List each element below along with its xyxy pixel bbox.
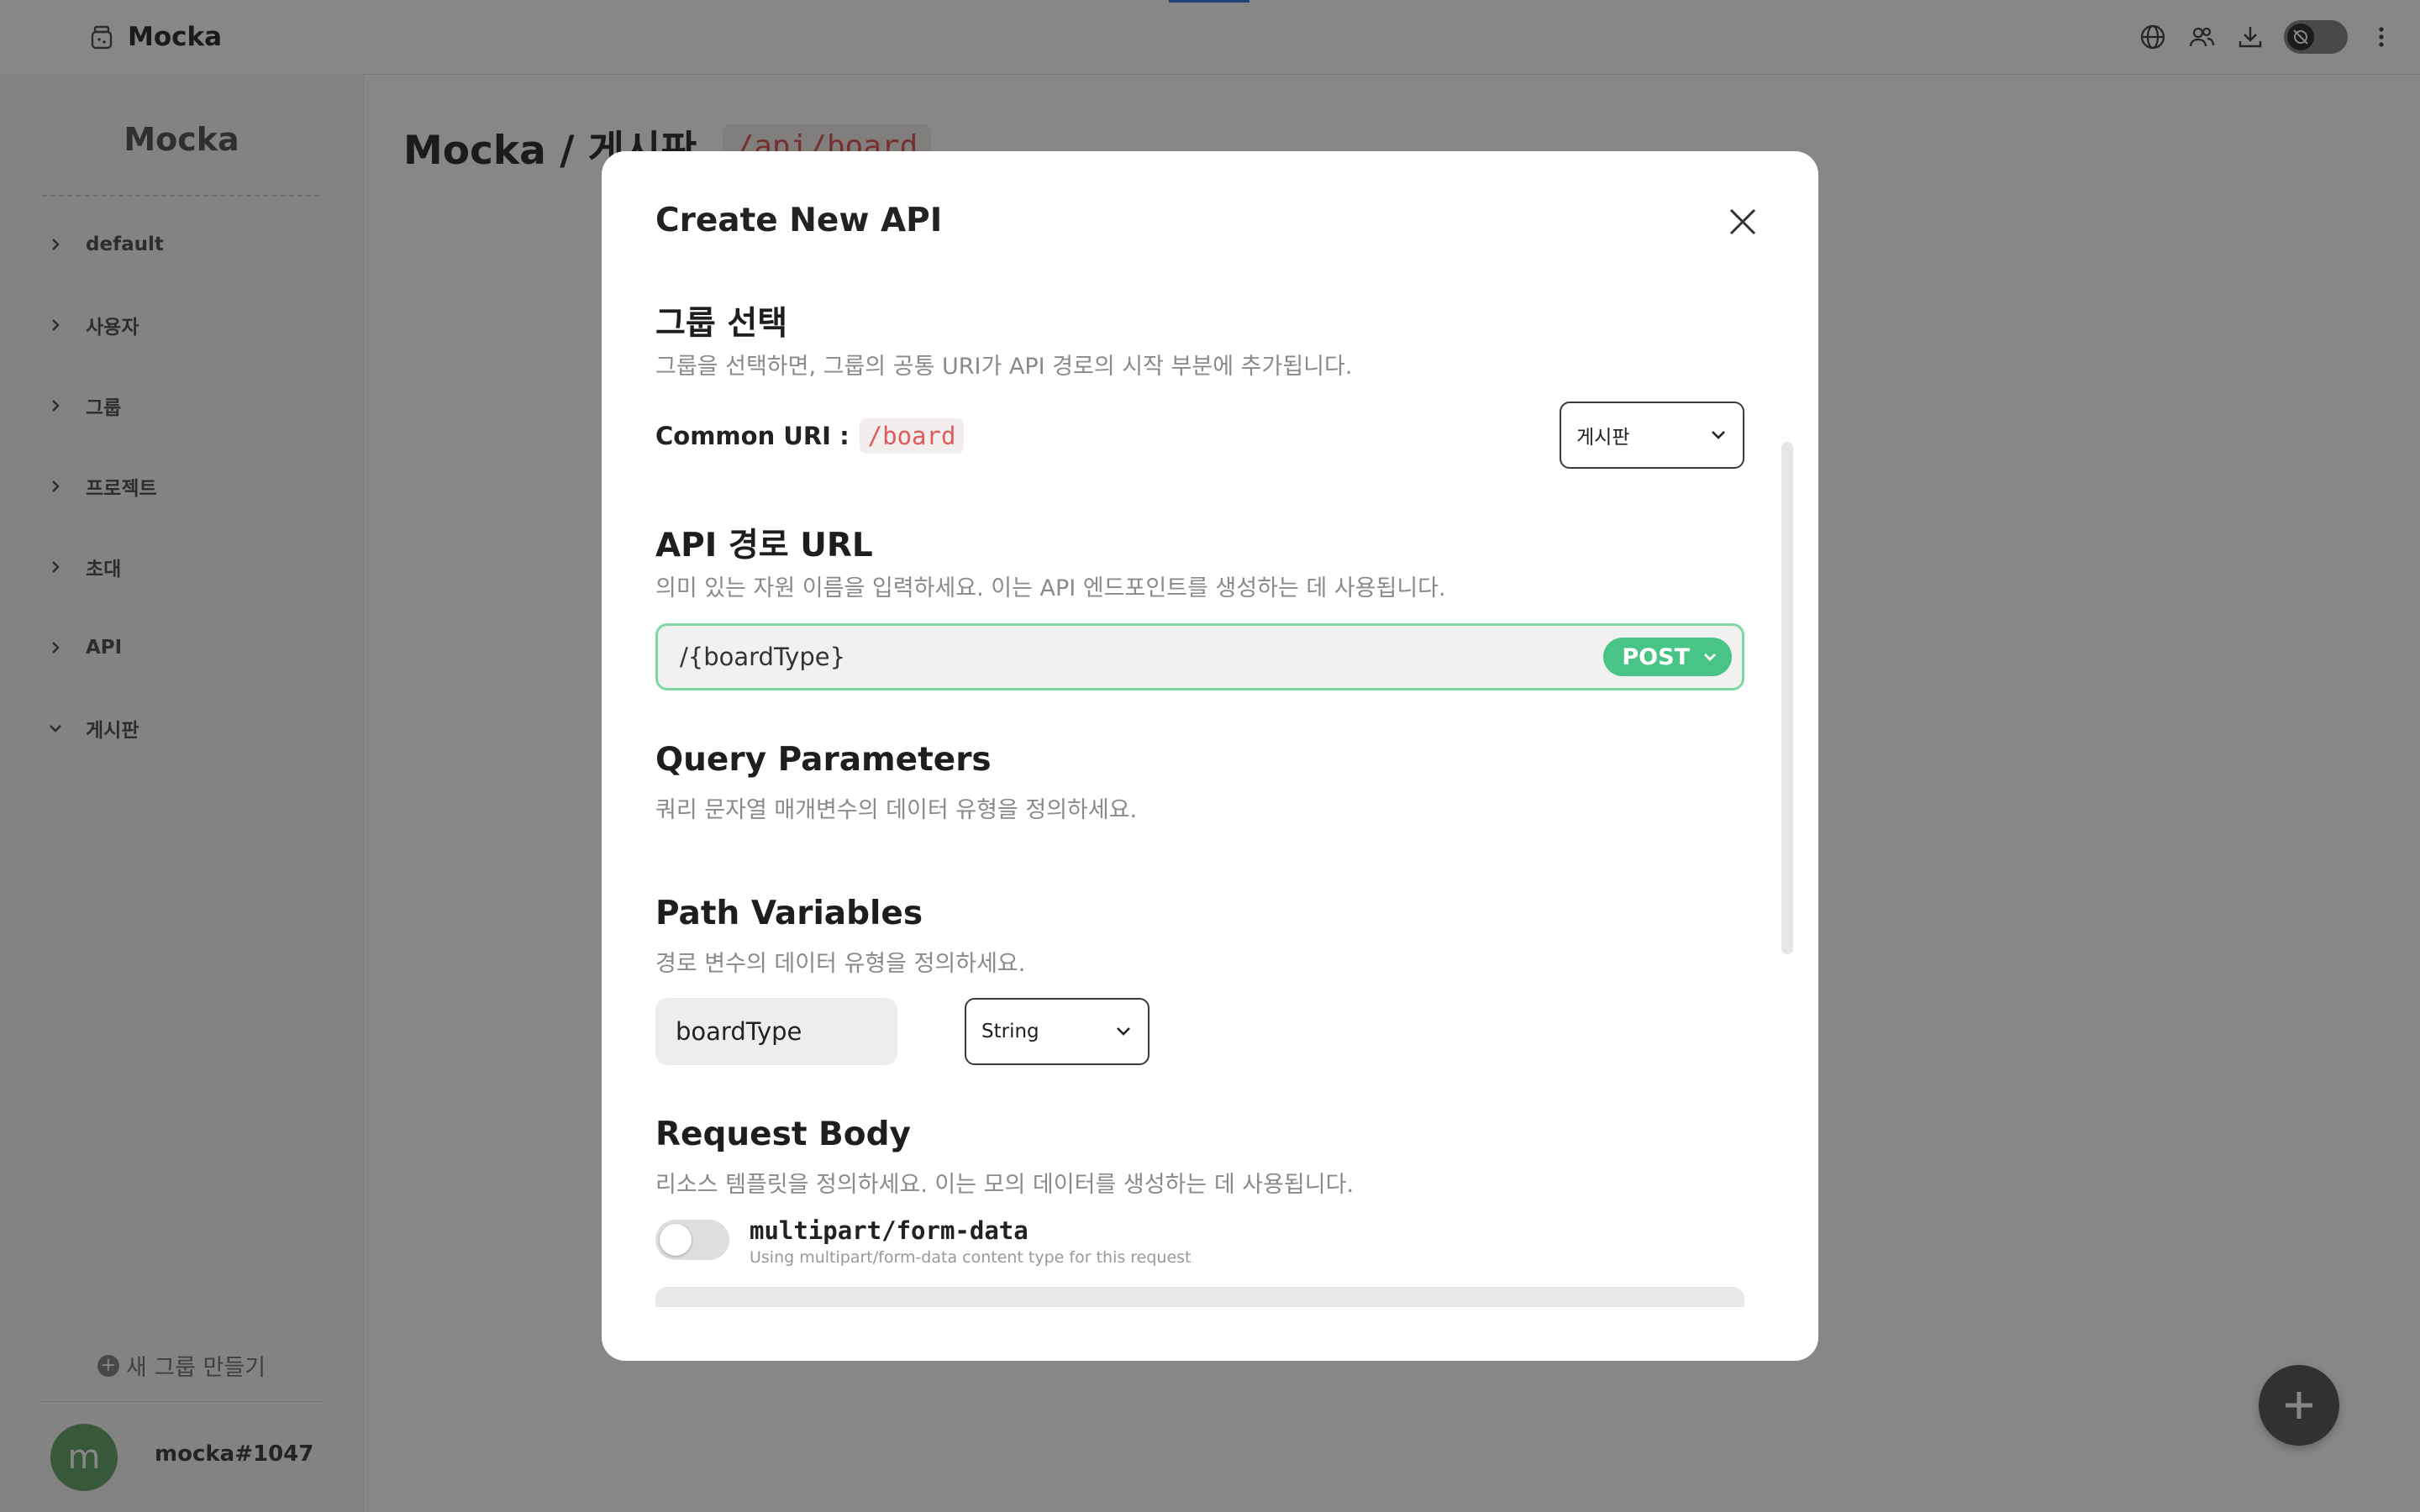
api-url-input[interactable]: /{boardType} POST: [655, 623, 1744, 690]
http-method-value: POST: [1622, 643, 1690, 670]
chevron-down-icon: [1117, 1027, 1130, 1036]
common-uri: Common URI : /board: [655, 418, 965, 454]
path-variable-type-value: String: [981, 1021, 1039, 1042]
multipart-toggle[interactable]: [655, 1220, 729, 1260]
api-url-value: /{boardType}: [680, 643, 846, 671]
body-section-title: Request Body: [655, 1116, 911, 1153]
common-uri-label: Common URI :: [655, 422, 850, 450]
path-section-title: Path Variables: [655, 895, 923, 932]
query-section-description: 쿼리 문자열 매개변수의 데이터 유형을 정의하세요.: [655, 797, 1138, 823]
body-section-description: 리소스 템플릿을 정의하세요. 이는 모의 데이터를 생성하는 데 사용됩니다.: [655, 1172, 1355, 1198]
url-section-description: 의미 있는 자원 이름을 입력하세요. 이는 API 엔드포인트를 생성하는 데…: [655, 575, 1446, 601]
path-section-description: 경로 변수의 데이터 유형을 정의하세요.: [655, 951, 1026, 977]
multipart-label: multipart/form-data: [750, 1216, 1028, 1245]
path-variable-name: boardType: [655, 998, 897, 1065]
modal-content: 그룹 선택 그룹을 선택하면, 그룹의 공통 URI가 API 경로의 시작 부…: [655, 151, 1744, 1307]
toggle-knob: [660, 1224, 692, 1256]
group-section-title: 그룹 선택: [655, 305, 788, 343]
query-section-title: Query Parameters: [655, 741, 992, 779]
create-api-modal: Create New API 그룹 선택 그룹을 선택하면, 그룹의 공통 UR…: [602, 151, 1818, 1361]
group-select[interactable]: 게시판: [1560, 402, 1744, 469]
chevron-down-icon: [1704, 654, 1716, 661]
multipart-help-text: Using multipart/form-data content type f…: [750, 1248, 1192, 1267]
common-uri-value: /board: [859, 418, 965, 454]
modal-scrollbar[interactable]: [1781, 442, 1793, 954]
group-section-description: 그룹을 선택하면, 그룹의 공통 URI가 API 경로의 시작 부분에 추가됩…: [655, 354, 1353, 380]
request-body-editor[interactable]: [655, 1287, 1744, 1307]
url-section-title: API 경로 URL: [655, 527, 873, 564]
http-method-select[interactable]: POST: [1603, 638, 1732, 676]
path-variable-type-select[interactable]: String: [965, 998, 1150, 1065]
chevron-down-icon: [1712, 431, 1725, 439]
group-select-value: 게시판: [1576, 427, 1630, 449]
